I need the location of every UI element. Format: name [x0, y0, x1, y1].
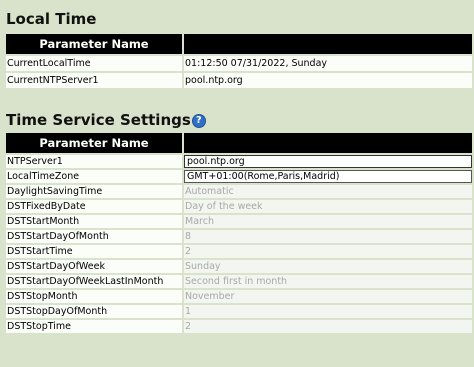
time-service-settings-title: Time Service Settings? — [6, 111, 206, 129]
param-name: LocalTimeZone — [6, 170, 182, 183]
table-row: DaylightSavingTime Automatic — [6, 185, 472, 198]
param-name: DaylightSavingTime — [6, 185, 182, 198]
table-row: DSTStartDayOfMonth 8 — [6, 230, 472, 243]
param-name: DSTStopDayOfMonth — [6, 305, 182, 318]
time-service-header-row: Parameter Name — [6, 133, 472, 153]
dst-fixed-by-date-select: Day of the week — [184, 200, 472, 213]
dst-stop-day-of-month-input: 1 — [184, 305, 472, 318]
param-name: DSTStopTime — [6, 320, 182, 333]
parameter-name-header: Parameter Name — [6, 133, 182, 153]
dst-stop-month-select: November — [184, 290, 472, 303]
param-name: DSTStartDayOfMonth — [6, 230, 182, 243]
table-row: DSTStartMonth March — [6, 215, 472, 228]
param-name: DSTStartDayOfWeek — [6, 260, 182, 273]
param-name: DSTFixedByDate — [6, 200, 182, 213]
table-row: CurrentNTPServer1 pool.ntp.org — [6, 73, 472, 88]
value-header — [184, 133, 472, 153]
param-name: NTPServer1 — [6, 155, 182, 168]
dst-start-day-of-week-select: Sunday — [184, 260, 472, 273]
table-row: DSTStopDayOfMonth 1 — [6, 305, 472, 318]
local-time-title: Local Time — [6, 10, 97, 28]
table-row: DSTStartDayOfWeek Sunday — [6, 260, 472, 273]
table-row: LocalTimeZone GMT+01:00(Rome,Paris,Madri… — [6, 170, 472, 183]
local-time-table: Parameter Name CurrentLocalTime 01:12:50… — [4, 32, 474, 90]
dst-start-last-in-month-select: Second first in month — [184, 275, 472, 288]
table-row: DSTStartDayOfWeekLastInMonth Second firs… — [6, 275, 472, 288]
param-name: DSTStartMonth — [6, 215, 182, 228]
param-name: CurrentLocalTime — [6, 56, 182, 71]
timezone-select[interactable]: GMT+01:00(Rome,Paris,Madrid) — [184, 170, 472, 183]
param-name: CurrentNTPServer1 — [6, 73, 182, 88]
param-name: DSTStopMonth — [6, 290, 182, 303]
table-row: NTPServer1 — [6, 155, 472, 168]
dst-start-month-select: March — [184, 215, 472, 228]
time-service-settings-label: Time Service Settings — [6, 111, 191, 129]
table-row: DSTStopTime 2 — [6, 320, 472, 333]
param-value: 01:12:50 07/31/2022, Sunday — [184, 56, 472, 71]
time-service-table: Parameter Name NTPServer1 LocalTimeZone … — [4, 131, 474, 335]
table-row: DSTFixedByDate Day of the week — [6, 200, 472, 213]
dst-start-day-of-month-input: 8 — [184, 230, 472, 243]
ntp-server-input[interactable] — [184, 155, 472, 168]
param-name: DSTStartTime — [6, 245, 182, 258]
question-icon[interactable]: ? — [191, 114, 206, 128]
value-header — [184, 34, 472, 54]
dst-stop-time-input: 2 — [184, 320, 472, 333]
param-name: DSTStartDayOfWeekLastInMonth — [6, 275, 182, 288]
parameter-name-header: Parameter Name — [6, 34, 182, 54]
table-row: DSTStartTime 2 — [6, 245, 472, 258]
dst-start-time-input: 2 — [184, 245, 472, 258]
table-row: DSTStopMonth November — [6, 290, 472, 303]
table-row: CurrentLocalTime 01:12:50 07/31/2022, Su… — [6, 56, 472, 71]
param-value: pool.ntp.org — [184, 73, 472, 88]
local-time-header-row: Parameter Name — [6, 34, 472, 54]
daylight-saving-select: Automatic — [184, 185, 472, 198]
